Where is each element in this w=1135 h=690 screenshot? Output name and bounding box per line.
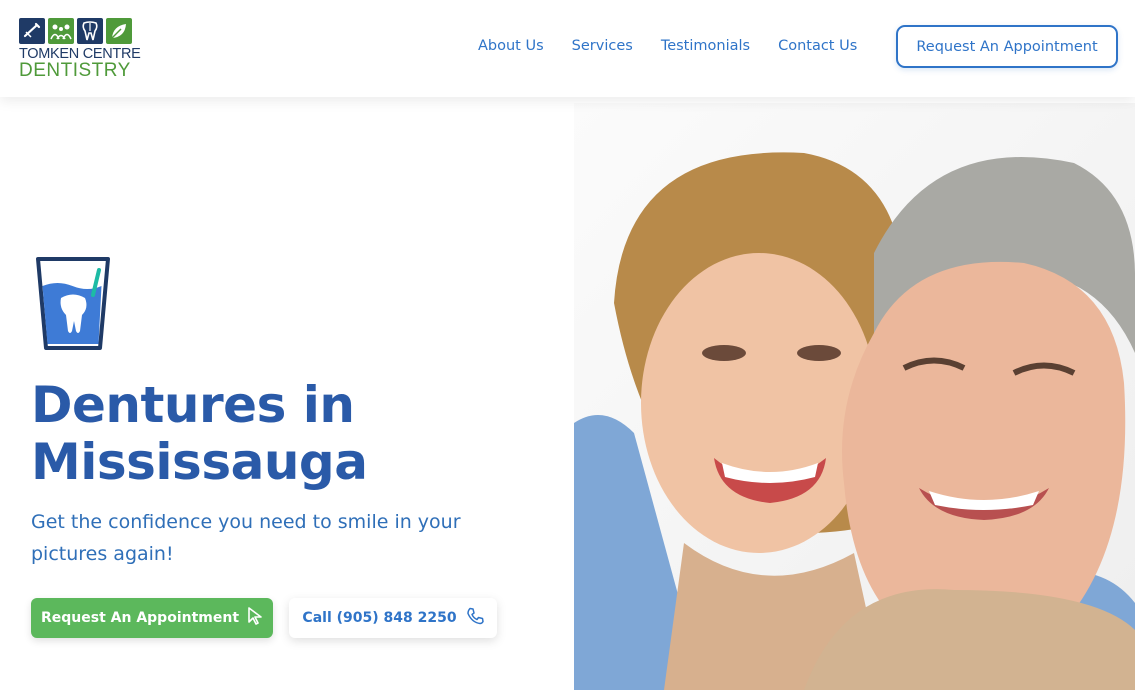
main-nav: About Us Services Testimonials Contact U…: [478, 38, 885, 54]
hero-request-appointment-label: Request An Appointment: [40, 610, 240, 626]
leaf-icon: [106, 18, 132, 44]
family-icon: [48, 18, 74, 44]
toothbrush-icon: [19, 18, 45, 44]
smiling-couple-photo: [574, 103, 1135, 690]
phone-icon: [466, 607, 484, 629]
hero-title-line1: Dentures in: [31, 376, 355, 434]
nav-contact-us[interactable]: Contact Us: [778, 38, 857, 54]
tooth-icon: [77, 18, 103, 44]
site-logo[interactable]: TOMKEN CENTRE DENTISTRY: [19, 18, 149, 80]
site-header: TOMKEN CENTRE DENTISTRY About Us Service…: [0, 0, 1135, 97]
water-glass-tooth-icon: [35, 256, 111, 352]
hero-request-appointment-button[interactable]: Request An Appointment: [31, 598, 273, 638]
pointer-icon: [247, 607, 263, 629]
nav-about-us[interactable]: About Us: [478, 38, 544, 54]
call-phone-button[interactable]: Call (905) 848 2250: [289, 598, 497, 638]
logo-text-bottom: DENTISTRY: [19, 60, 131, 81]
logo-icons: [19, 18, 149, 44]
hero-title-line2: Mississauga: [31, 433, 368, 491]
hero-subtitle: Get the confidence you need to smile in …: [31, 511, 461, 565]
call-phone-label: Call (905) 848 2250: [302, 610, 457, 626]
nav-testimonials[interactable]: Testimonials: [661, 38, 750, 54]
header-request-appointment-button[interactable]: Request An Appointment: [896, 25, 1118, 68]
nav-services[interactable]: Services: [572, 38, 633, 54]
hero-title: Dentures in Mississauga: [31, 377, 551, 491]
